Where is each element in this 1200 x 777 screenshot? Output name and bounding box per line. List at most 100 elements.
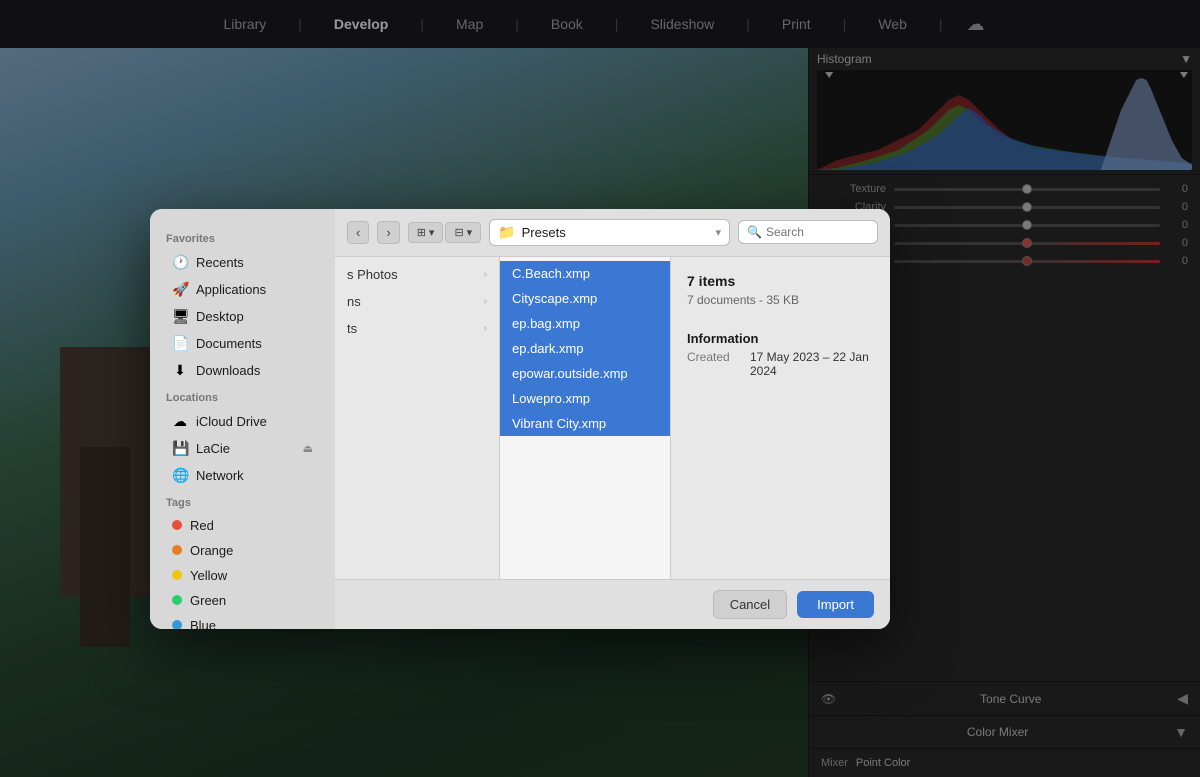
sidebar-item-tag-orange[interactable]: Orange (156, 538, 329, 563)
file-item-cbeach[interactable]: C.Beach.xmp (500, 261, 670, 286)
photos-arrow-icon: › (484, 269, 487, 280)
search-box: 🔍 (738, 220, 878, 244)
dialog-content: s Photos › ns › ts › C.Beach.xmp (335, 257, 890, 579)
file-item-epowar[interactable]: epowar.outside.xmp (500, 361, 670, 386)
green-tag-dot (172, 595, 182, 605)
applications-label: Applications (196, 282, 266, 297)
orange-tag-dot (172, 545, 182, 555)
left-column-panel: s Photos › ns › ts › (335, 257, 500, 579)
forward-button[interactable]: › (377, 221, 399, 244)
grid-view-button[interactable]: ⊟ ▾ (445, 222, 481, 243)
cancel-button[interactable]: Cancel (713, 590, 787, 619)
info-count: 7 items (687, 273, 874, 289)
import-button[interactable]: Import (797, 591, 874, 618)
sidebar-item-tag-red[interactable]: Red (156, 513, 329, 538)
folder-icon: 📁 (498, 224, 515, 241)
left-item-ts[interactable]: ts › (335, 315, 499, 342)
file-item-epbag[interactable]: ep.bag.xmp (500, 311, 670, 336)
breadcrumb-chevron-icon: ▾ (715, 226, 721, 239)
breadcrumb-dropdown[interactable]: 📁 Presets ▾ (489, 219, 730, 246)
sidebar-item-downloads[interactable]: ⬇ Downloads (156, 357, 329, 384)
favorites-section-label: Favorites (150, 225, 335, 249)
desktop-label: Desktop (196, 309, 244, 324)
sidebar-item-recents[interactable]: 🕐 Recents (156, 249, 329, 276)
blue-tag-label: Blue (190, 618, 216, 629)
file-name-cbeach: C.Beach.xmp (512, 266, 590, 281)
red-tag-label: Red (190, 518, 214, 533)
file-name-epowar: epowar.outside.xmp (512, 366, 628, 381)
file-name-epbag: ep.bag.xmp (512, 316, 580, 331)
tags-section-label: Tags (150, 489, 335, 513)
file-name-cityscape: Cityscape.xmp (512, 291, 597, 306)
network-label: Network (196, 468, 244, 483)
column-view-label: ▾ (429, 226, 435, 239)
info-panel: 7 items 7 documents - 35 KB Information … (670, 257, 890, 579)
file-item-lowepro[interactable]: Lowepro.xmp (500, 386, 670, 411)
file-name-epdark: ep.dark.xmp (512, 341, 584, 356)
lacie-icon: 💾 (172, 440, 188, 457)
sidebar-item-tag-blue[interactable]: Blue (156, 613, 329, 629)
dialog-sidebar: Favorites 🕐 Recents 🚀 Applications 🖥 Des… (150, 209, 335, 629)
dialog-main: ‹ › ⊞ ▾ ⊟ ▾ 📁 Presets ▾ (335, 209, 890, 629)
file-name-vibrantcity: Vibrant City.xmp (512, 416, 606, 431)
red-tag-dot (172, 520, 182, 530)
file-list: C.Beach.xmp Cityscape.xmp ep.bag.xmp ep.… (500, 257, 670, 579)
dialog-footer: Cancel Import (335, 579, 890, 629)
sidebar-item-applications[interactable]: 🚀 Applications (156, 276, 329, 303)
ns-label: ns (347, 294, 361, 309)
network-icon: 🌐 (172, 467, 188, 484)
grid-view-label: ▾ (467, 226, 473, 239)
applications-icon: 🚀 (172, 281, 188, 298)
documents-icon: 📄 (172, 335, 188, 352)
info-sub: 7 documents - 35 KB (687, 293, 874, 307)
recents-label: Recents (196, 255, 244, 270)
back-button[interactable]: ‹ (347, 221, 369, 244)
documents-label: Documents (196, 336, 262, 351)
ts-label: ts (347, 321, 357, 336)
dialog-toolbar: ‹ › ⊞ ▾ ⊟ ▾ 📁 Presets ▾ (335, 209, 890, 257)
sidebar-item-icloud[interactable]: ☁ iCloud Drive (156, 408, 329, 435)
column-view-icon: ⊞ (417, 226, 426, 239)
file-browser-dialog: Favorites 🕐 Recents 🚀 Applications 🖥 Des… (150, 209, 890, 629)
lacie-label: LaCie (196, 441, 230, 456)
info-created-label: Created (687, 350, 742, 378)
file-item-vibrantcity[interactable]: Vibrant City.xmp (500, 411, 670, 436)
breadcrumb-text: Presets (522, 225, 710, 240)
column-view-button[interactable]: ⊞ ▾ (408, 222, 444, 243)
info-created-value: 17 May 2023 – 22 Jan 2024 (750, 350, 874, 378)
sidebar-item-tag-yellow[interactable]: Yellow (156, 563, 329, 588)
grid-view-icon: ⊟ (454, 226, 463, 239)
downloads-icon: ⬇ (172, 362, 188, 379)
green-tag-label: Green (190, 593, 226, 608)
info-created-row: Created 17 May 2023 – 22 Jan 2024 (687, 350, 874, 378)
sidebar-item-documents[interactable]: 📄 Documents (156, 330, 329, 357)
ns-arrow-icon: › (484, 296, 487, 307)
search-input[interactable] (766, 225, 866, 239)
downloads-label: Downloads (196, 363, 260, 378)
recents-icon: 🕐 (172, 254, 188, 271)
sidebar-item-tag-green[interactable]: Green (156, 588, 329, 613)
view-switcher: ⊞ ▾ ⊟ ▾ (408, 222, 482, 243)
sidebar-item-desktop[interactable]: 🖥 Desktop (156, 303, 329, 330)
dialog-overlay: Favorites 🕐 Recents 🚀 Applications 🖥 Des… (0, 0, 1200, 777)
photos-label: s Photos (347, 267, 398, 282)
left-item-photos[interactable]: s Photos › (335, 261, 499, 288)
sidebar-item-lacie[interactable]: 💾 LaCie ⏏ (156, 435, 329, 462)
search-icon: 🔍 (747, 225, 762, 239)
blue-tag-dot (172, 620, 182, 629)
ts-arrow-icon: › (484, 323, 487, 334)
icloud-label: iCloud Drive (196, 414, 267, 429)
icloud-icon: ☁ (172, 413, 188, 430)
desktop-icon: 🖥 (172, 308, 188, 325)
file-item-cityscape[interactable]: Cityscape.xmp (500, 286, 670, 311)
left-item-ns[interactable]: ns › (335, 288, 499, 315)
yellow-tag-label: Yellow (190, 568, 227, 583)
orange-tag-label: Orange (190, 543, 233, 558)
info-section-title: Information (687, 331, 874, 346)
lacie-eject-icon[interactable]: ⏏ (303, 442, 313, 455)
file-name-lowepro: Lowepro.xmp (512, 391, 590, 406)
yellow-tag-dot (172, 570, 182, 580)
file-item-epdark[interactable]: ep.dark.xmp (500, 336, 670, 361)
locations-section-label: Locations (150, 384, 335, 408)
sidebar-item-network[interactable]: 🌐 Network (156, 462, 329, 489)
